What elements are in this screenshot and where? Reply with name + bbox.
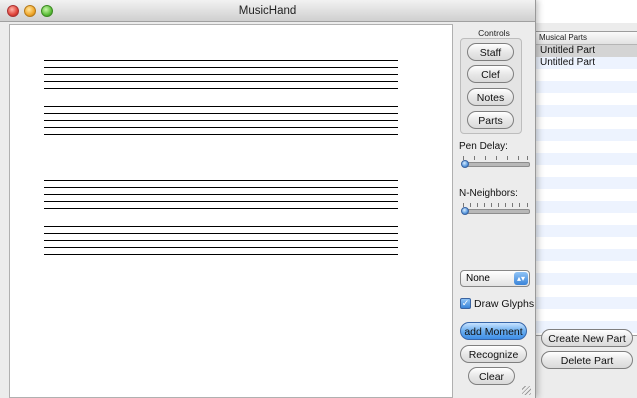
drawing-canvas[interactable] xyxy=(9,24,453,398)
pen-delay-slider-knob[interactable] xyxy=(461,160,469,168)
empty-part-row[interactable] xyxy=(536,237,637,249)
empty-part-row[interactable] xyxy=(536,141,637,153)
empty-part-row[interactable] xyxy=(536,81,637,93)
musical-parts-drawer: Musical Parts Untitled Part Untitled Part… xyxy=(520,23,637,398)
musical-parts-rows: Untitled Part Untitled Part xyxy=(536,45,637,333)
updown-arrows-icon: ▴▾ xyxy=(514,272,528,285)
draw-glyphs-checkbox[interactable]: ✓ xyxy=(460,298,471,309)
main-window: MusicHand Controls Staff Clef Notes Part… xyxy=(0,0,536,398)
empty-part-row[interactable] xyxy=(536,297,637,309)
create-new-part-button[interactable]: Create New Part xyxy=(541,329,633,347)
musical-parts-table: Musical Parts Untitled Part Untitled Part xyxy=(535,31,637,336)
delete-part-button[interactable]: Delete Part xyxy=(541,351,633,369)
empty-part-row[interactable] xyxy=(536,129,637,141)
empty-part-row[interactable] xyxy=(536,201,637,213)
add-moment-button[interactable]: add Moment xyxy=(460,322,527,340)
title-bar[interactable]: MusicHand xyxy=(0,0,535,22)
recognize-button[interactable]: Recognize xyxy=(460,345,527,363)
part-row[interactable]: Untitled Part xyxy=(536,57,637,69)
n-neighbors-label: N-Neighbors: xyxy=(459,188,518,199)
parts-button[interactable]: Parts xyxy=(467,111,514,129)
musical-parts-header: Musical Parts xyxy=(536,32,637,45)
empty-part-row[interactable] xyxy=(536,189,637,201)
empty-part-row[interactable] xyxy=(536,153,637,165)
empty-part-row[interactable] xyxy=(536,165,637,177)
clear-button[interactable]: Clear xyxy=(468,367,515,385)
empty-part-row[interactable] xyxy=(536,69,637,81)
empty-part-row[interactable] xyxy=(536,213,637,225)
popup-selected-value: None xyxy=(466,273,490,284)
pen-delay-label: Pen Delay: xyxy=(459,141,508,152)
draw-glyphs-label: Draw Glyphs xyxy=(474,298,535,310)
empty-part-row[interactable] xyxy=(536,225,637,237)
empty-part-row[interactable] xyxy=(536,117,637,129)
empty-part-row[interactable] xyxy=(536,249,637,261)
controls-label: Controls xyxy=(478,28,510,38)
notes-button[interactable]: Notes xyxy=(467,88,514,106)
resize-grip-icon[interactable] xyxy=(522,386,531,395)
algorithm-popup[interactable]: None ▴▾ xyxy=(460,270,530,287)
empty-part-row[interactable] xyxy=(536,105,637,117)
empty-part-row[interactable] xyxy=(536,177,637,189)
staff-button[interactable]: Staff xyxy=(467,43,514,61)
empty-part-row[interactable] xyxy=(536,285,637,297)
clef-button[interactable]: Clef xyxy=(467,65,514,83)
part-row[interactable]: Untitled Part xyxy=(536,45,637,57)
empty-part-row[interactable] xyxy=(536,273,637,285)
window-title: MusicHand xyxy=(238,5,297,17)
empty-part-row[interactable] xyxy=(536,261,637,273)
empty-part-row[interactable] xyxy=(536,309,637,321)
n-neighbors-slider-knob[interactable] xyxy=(461,207,469,215)
empty-part-row[interactable] xyxy=(536,93,637,105)
